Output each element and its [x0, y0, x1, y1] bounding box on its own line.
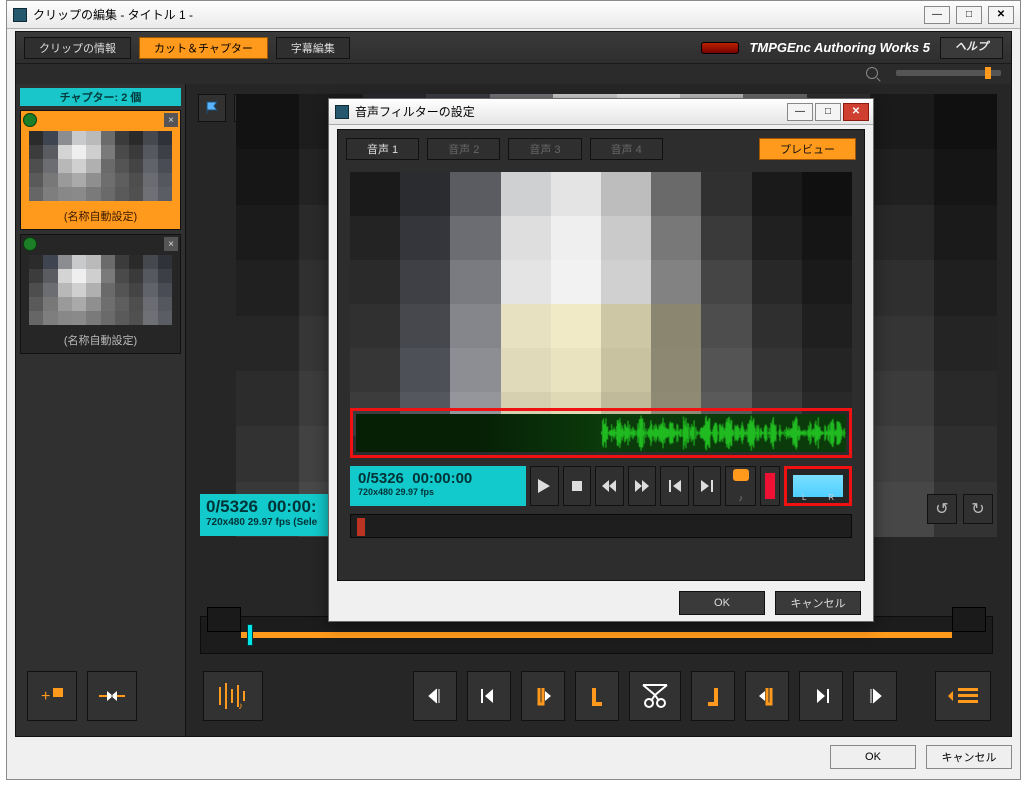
- thumb-zoom-slider[interactable]: [896, 70, 1001, 76]
- audio-filter-button[interactable]: ♪: [203, 671, 263, 721]
- audio-preview-video: [350, 172, 852, 436]
- chapter-item-2[interactable]: × (名称自動設定): [20, 234, 181, 354]
- step-fwd-button[interactable]: [853, 671, 897, 721]
- audio-time: 00:00:00: [412, 470, 472, 487]
- timeline-cursor[interactable]: [247, 624, 253, 646]
- level-label-L: L: [802, 493, 806, 502]
- minimize-button[interactable]: —: [924, 6, 950, 24]
- frame-time: 00:00:: [267, 497, 316, 516]
- chapter-caption: (名称自動設定): [21, 329, 180, 353]
- fastfwd-button[interactable]: [628, 466, 657, 506]
- rewind-button[interactable]: [595, 466, 624, 506]
- app-icon: [13, 8, 27, 22]
- level-meter-highlight: L R: [784, 466, 852, 506]
- chapter-sidebar: チャプター: 2 個 × (名称自動設定): [16, 84, 186, 736]
- set-out-button[interactable]: [691, 671, 735, 721]
- play-button[interactable]: [530, 466, 559, 506]
- add-chapter-button[interactable]: +: [27, 671, 77, 721]
- maximize-button[interactable]: □: [956, 6, 982, 24]
- prev-frame-button[interactable]: [660, 466, 689, 506]
- check-icon: [23, 113, 37, 127]
- audio-counter: 0/5326 00:00:00 720x480 29.97 fps: [350, 466, 526, 506]
- audio-tab-2: 音声 2: [427, 138, 500, 160]
- undo-button[interactable]: ↺: [927, 494, 957, 524]
- remove-chapter-button[interactable]: ×: [164, 113, 178, 127]
- toolbar-strip: [16, 64, 1011, 82]
- window-title: クリップの編集 - タイトル 1 -: [33, 6, 193, 23]
- timeline-ruler[interactable]: [241, 632, 952, 638]
- seek-cursor[interactable]: [357, 518, 365, 536]
- dialog-footer: OK キャンセル: [329, 585, 873, 621]
- outer-footer: OK キャンセル: [15, 741, 1012, 773]
- tab-cut-chapter[interactable]: カット＆チャプター: [139, 37, 268, 59]
- level-label-R: R: [828, 493, 834, 502]
- audio-tab-4: 音声 4: [590, 138, 663, 160]
- redo-button[interactable]: ↻: [963, 494, 993, 524]
- cancel-button[interactable]: キャンセル: [926, 745, 1012, 769]
- audio-seek-bar[interactable]: [350, 514, 852, 538]
- search-icon[interactable]: [866, 67, 878, 79]
- frame-pos: 0/5326: [206, 497, 258, 516]
- cut-button[interactable]: [629, 671, 681, 721]
- timeline-thumb-start: [207, 607, 241, 632]
- mark-in-flag-button[interactable]: [198, 94, 226, 122]
- next-frame-button[interactable]: [693, 466, 722, 506]
- dialog-maximize-button[interactable]: □: [815, 103, 841, 121]
- dialog-cancel-button[interactable]: キャンセル: [775, 591, 861, 615]
- mark-in-jump-button[interactable]: [521, 671, 565, 721]
- waveform[interactable]: [356, 414, 846, 452]
- chapter-thumb: [29, 131, 172, 201]
- ok-button[interactable]: OK: [830, 745, 916, 769]
- chapter-caption: (名称自動設定): [21, 205, 180, 229]
- chapter-item-1[interactable]: × (名称自動設定): [20, 110, 181, 230]
- help-button[interactable]: ヘルプ: [940, 37, 1003, 59]
- brand-text: TMPGEnc Authoring Works 5: [749, 40, 930, 55]
- tab-bar: クリップの情報 カット＆チャプター 字幕編集 TMPGEnc Authoring…: [16, 32, 1011, 64]
- frame-back-button[interactable]: [467, 671, 511, 721]
- audio-tabs: 音声 1 音声 2 音声 3 音声 4 プレビュー: [338, 130, 864, 168]
- dialog-body: 音声 1 音声 2 音声 3 音声 4 プレビュー: [337, 129, 865, 581]
- titlebar[interactable]: クリップの編集 - タイトル 1 - — □ ✕: [7, 1, 1020, 29]
- chapter-count: チャプター: 2 個: [20, 88, 181, 106]
- dialog-ok-button[interactable]: OK: [679, 591, 765, 615]
- app-icon: [335, 105, 349, 119]
- dialog-title: 音声フィルターの設定: [355, 103, 475, 120]
- tab-subtitle[interactable]: 字幕編集: [276, 37, 350, 59]
- dialog-minimize-button[interactable]: —: [787, 103, 813, 121]
- svg-text:+: +: [41, 688, 50, 705]
- set-in-button[interactable]: [575, 671, 619, 721]
- check-icon: [23, 237, 37, 251]
- dialog-titlebar[interactable]: 音声フィルターの設定 — □ ✕: [329, 99, 873, 125]
- speaker-icon: [733, 469, 749, 481]
- stop-button[interactable]: [563, 466, 592, 506]
- remove-chapter-button[interactable]: ×: [164, 237, 178, 251]
- audio-controls: 0/5326 00:00:00 720x480 29.97 fps ♪ L R: [350, 466, 852, 506]
- split-chapter-button[interactable]: [87, 671, 137, 721]
- volume-slider[interactable]: [760, 466, 780, 506]
- audio-tab-preview[interactable]: プレビュー: [759, 138, 856, 160]
- audio-tab-1[interactable]: 音声 1: [346, 138, 419, 160]
- close-button[interactable]: ✕: [988, 6, 1014, 24]
- chapter-thumb: [29, 255, 172, 325]
- audio-filter-dialog: 音声フィルターの設定 — □ ✕ 音声 1 音声 2 音声 3 音声 4 プレビ…: [328, 98, 874, 622]
- recording-led: [701, 42, 739, 54]
- audio-frame-pos: 0/5326: [358, 470, 404, 487]
- chapter-list-button[interactable]: [935, 671, 991, 721]
- timeline-thumb-end: [952, 607, 986, 632]
- audio-meta: 720x480 29.97 fps: [358, 487, 518, 497]
- speaker-toggle[interactable]: ♪: [725, 466, 756, 506]
- dialog-close-button[interactable]: ✕: [843, 103, 869, 121]
- audio-tab-3: 音声 3: [508, 138, 581, 160]
- tab-clip-info[interactable]: クリップの情報: [24, 37, 131, 59]
- svg-text:♪: ♪: [238, 701, 243, 711]
- waveform-highlight: [350, 408, 852, 458]
- step-back-button[interactable]: [413, 671, 457, 721]
- frame-fwd-button[interactable]: [799, 671, 843, 721]
- mark-out-jump-button[interactable]: [745, 671, 789, 721]
